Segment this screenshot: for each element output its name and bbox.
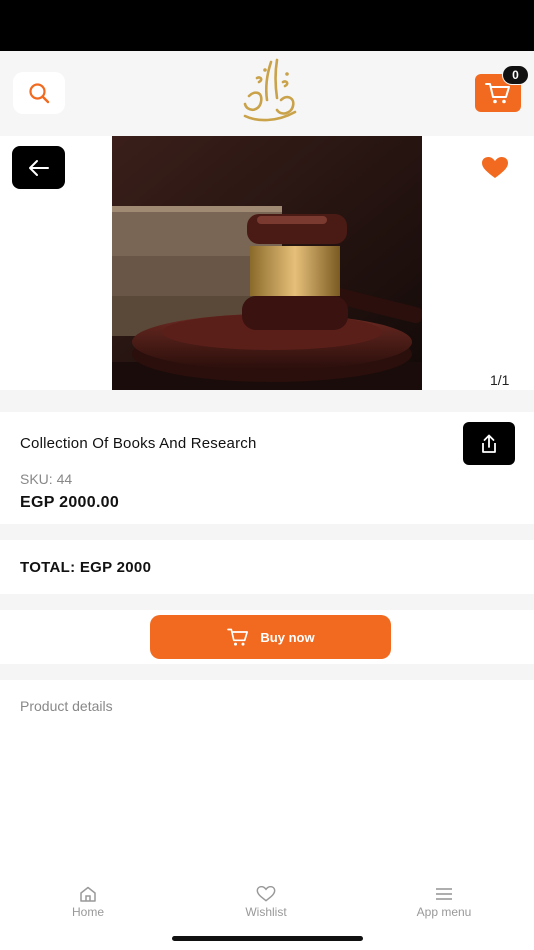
app-header: 0 [0, 51, 534, 136]
image-counter: 1/1 [490, 372, 510, 388]
buy-now-label: Buy now [260, 629, 315, 645]
product-gallery: 1/1 [0, 136, 534, 390]
arrow-left-icon [28, 159, 49, 176]
cart-count-badge: 0 [502, 65, 529, 85]
product-title: Collection Of Books And Research [20, 435, 257, 452]
total-section: TOTAL: EGP 2000 [0, 540, 534, 594]
product-info: Collection Of Books And Research SKU: 44… [0, 412, 534, 524]
buy-now-button[interactable]: Buy now [150, 615, 391, 659]
nav-item-app-menu[interactable]: App menu [384, 886, 504, 919]
order-total: TOTAL: EGP 2000 [20, 559, 152, 576]
favorite-heart-icon[interactable] [481, 156, 509, 180]
home-icon [80, 886, 96, 902]
home-indicator [172, 936, 363, 941]
product-details-heading: Product details [20, 698, 113, 714]
bottom-navigation: Home Wishlist App menu [0, 880, 534, 930]
buy-section: Buy now [0, 610, 534, 664]
status-bar [0, 0, 534, 51]
section-divider [0, 390, 534, 412]
cart-icon [485, 83, 510, 104]
nav-item-home[interactable]: Home [28, 886, 148, 919]
calligraphy-logo [243, 58, 297, 122]
nav-label-home: Home [71, 905, 104, 919]
nav-label-app-menu: App menu [416, 905, 472, 919]
section-divider [0, 594, 534, 610]
nav-label-wishlist: Wishlist [245, 905, 287, 919]
menu-icon [436, 888, 452, 900]
product-image[interactable] [112, 136, 422, 390]
product-sku: SKU: 44 [20, 471, 73, 487]
section-divider [0, 524, 534, 540]
nav-item-wishlist[interactable]: Wishlist [206, 886, 326, 919]
back-button[interactable] [12, 146, 65, 189]
search-icon [29, 83, 50, 104]
section-divider [0, 664, 534, 680]
search-button[interactable] [13, 72, 65, 114]
heart-outline-icon [256, 886, 276, 902]
cart-icon [227, 628, 249, 646]
share-button[interactable] [463, 422, 515, 465]
share-icon [482, 434, 496, 453]
product-price: EGP 2000.00 [20, 494, 120, 511]
